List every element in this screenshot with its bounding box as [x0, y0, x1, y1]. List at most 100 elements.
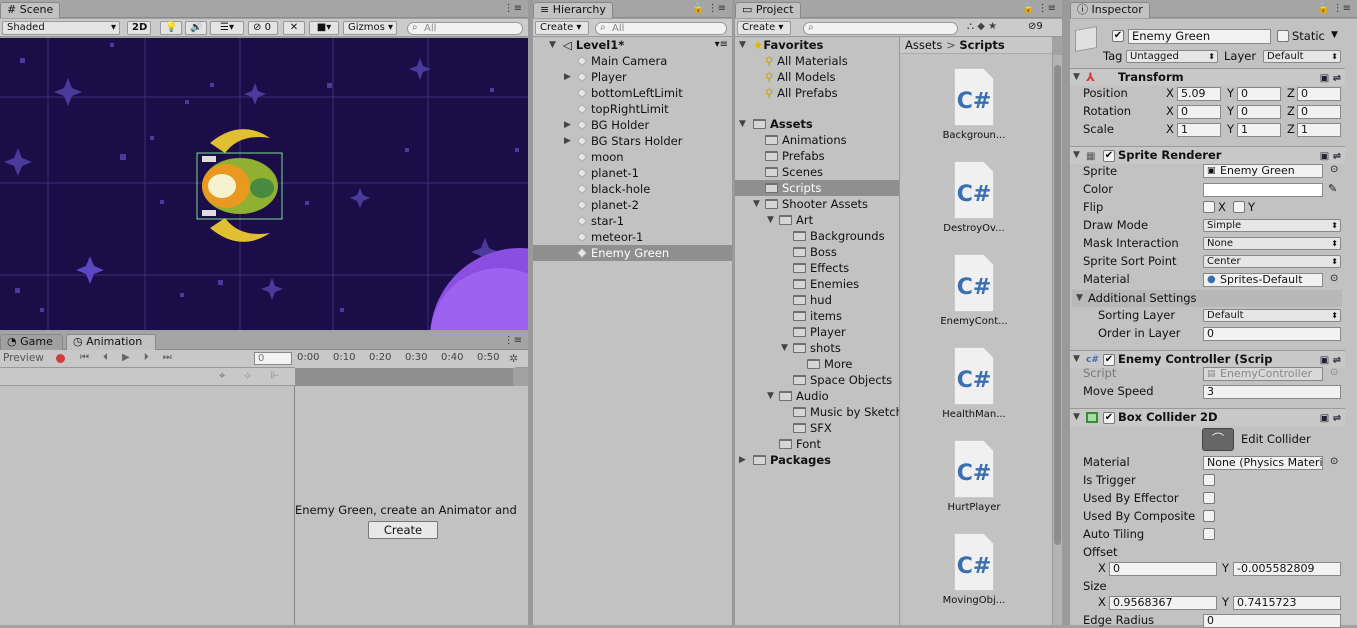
- folder-item[interactable]: ▼ Art: [735, 212, 899, 228]
- expand-arrow-icon[interactable]: ▶: [564, 117, 571, 133]
- box-collider-header[interactable]: ▼ ✔ Box Collider 2D ▣ ⇌ ✲: [1070, 408, 1357, 426]
- script-file[interactable]: C# HurtPlayer: [924, 440, 1024, 513]
- hierarchy-item[interactable]: planet-1: [533, 165, 732, 181]
- folder-item[interactable]: ▼ Audio: [735, 388, 899, 404]
- is-trigger-checkbox[interactable]: [1203, 474, 1215, 486]
- object-picker-icon[interactable]: ⊙: [1330, 164, 1338, 175]
- expand-arrow-icon[interactable]: ▶: [564, 69, 571, 85]
- offset-y-field[interactable]: -0.005582809: [1233, 562, 1341, 576]
- sprite-field[interactable]: ▣ Enemy Green: [1203, 164, 1323, 178]
- label-filter-icon[interactable]: ◆: [977, 21, 985, 32]
- folder-item[interactable]: Space Objects: [735, 372, 899, 388]
- expand-arrow-icon[interactable]: ▼: [739, 116, 746, 132]
- rotation-x-field[interactable]: 0: [1177, 105, 1221, 119]
- tag-dropdown[interactable]: Untagged: [1126, 50, 1218, 63]
- expand-arrow-icon[interactable]: ▼: [1073, 147, 1080, 164]
- expand-arrow-icon[interactable]: ▶: [564, 133, 571, 149]
- preview-button[interactable]: Preview: [3, 352, 44, 364]
- position-x-field[interactable]: 5.09: [1177, 87, 1221, 101]
- offset-x-field[interactable]: 0: [1109, 562, 1217, 576]
- position-z-field[interactable]: 0: [1297, 87, 1341, 101]
- used-by-composite-checkbox[interactable]: [1203, 510, 1215, 522]
- folder-item[interactable]: Enemies: [735, 276, 899, 292]
- prev-frame-icon[interactable]: ⏴: [103, 352, 122, 363]
- folder-item[interactable]: Boss: [735, 244, 899, 260]
- next-frame-icon[interactable]: ⏵: [144, 352, 163, 363]
- hidden-objects-toggle[interactable]: ⊘ 0: [248, 21, 278, 35]
- size-y-field[interactable]: 0.7415723: [1233, 596, 1341, 610]
- enabled-checkbox[interactable]: ✔: [1103, 412, 1115, 424]
- lock-menu-icon[interactable]: 🔒 ⋮≡: [1022, 3, 1056, 14]
- edge-radius-field[interactable]: 0: [1203, 614, 1341, 628]
- expand-arrow-icon[interactable]: ▼: [753, 196, 760, 212]
- preset-icon[interactable]: ⇌: [1333, 73, 1341, 84]
- enabled-checkbox[interactable]: ✔: [1103, 150, 1115, 162]
- script-file[interactable]: C# EnemyCont...: [924, 254, 1024, 327]
- sort-point-dropdown[interactable]: Center: [1203, 255, 1341, 268]
- object-name-field[interactable]: Enemy Green: [1128, 29, 1271, 44]
- transform-header[interactable]: ▼ ⅄ Transform ▣ ⇌ ✲: [1070, 68, 1357, 86]
- hierarchy-item[interactable]: star-1: [533, 213, 732, 229]
- inspector-scrollbar[interactable]: [1345, 19, 1357, 625]
- flip-x-checkbox[interactable]: [1203, 201, 1215, 213]
- additional-settings-foldout[interactable]: ▼ Additional Settings: [1072, 290, 1342, 307]
- scene-view[interactable]: [0, 38, 528, 330]
- used-by-effector-checkbox[interactable]: [1203, 492, 1215, 504]
- hierarchy-item[interactable]: planet-2: [533, 197, 732, 213]
- shading-dropdown[interactable]: Shaded ▾: [2, 21, 120, 35]
- flip-y-checkbox[interactable]: [1233, 201, 1245, 213]
- play-icon[interactable]: ▶: [122, 352, 144, 363]
- add-event-icon[interactable]: ⟡: [244, 369, 251, 383]
- folder-item[interactable]: Backgrounds: [735, 228, 899, 244]
- rotation-z-field[interactable]: 0: [1297, 105, 1341, 119]
- hierarchy-item[interactable]: black-hole: [533, 181, 732, 197]
- playback-controls[interactable]: ⏮⏴▶⏵⏭: [80, 352, 186, 363]
- hidden-packages-toggle[interactable]: ⊘9: [1028, 21, 1043, 32]
- timeline-ruler[interactable]: 0:00 0:10 0:20 0:30 0:40 0:50: [295, 350, 515, 368]
- audio-icon[interactable]: 🔊: [185, 21, 207, 35]
- hierarchy-search-input[interactable]: All: [595, 22, 727, 35]
- hierarchy-item[interactable]: Main Camera: [533, 53, 732, 69]
- effects-icon[interactable]: ☰▾: [210, 21, 244, 35]
- type-filter-icon[interactable]: ⛬: [967, 21, 974, 32]
- tools-icon[interactable]: ✕: [283, 21, 305, 35]
- panel-menu-icon[interactable]: ⋮≡: [504, 335, 522, 346]
- folder-item[interactable]: Player: [735, 324, 899, 340]
- filter-icons[interactable]: ⛬ ◆ ★: [967, 21, 997, 32]
- folder-item-selected[interactable]: Scripts: [735, 180, 899, 196]
- folder-item[interactable]: items: [735, 308, 899, 324]
- lock-menu-icon[interactable]: 🔒 ⋮≡: [1317, 3, 1351, 14]
- folder-item[interactable]: Font: [735, 436, 899, 452]
- scene-root[interactable]: ▼ ◁ Level1* ▾≡: [533, 37, 732, 53]
- tab-game[interactable]: ◔ Game: [0, 334, 63, 350]
- folder-item[interactable]: ▼ Shooter Assets: [735, 196, 899, 212]
- add-keyframe-icon[interactable]: ⌖: [219, 369, 225, 383]
- lock-menu-icon[interactable]: 🔒 ⋮≡: [692, 3, 726, 14]
- hierarchy-item-selected[interactable]: Enemy Green: [533, 245, 732, 261]
- folder-item[interactable]: ▼ shots: [735, 340, 899, 356]
- color-swatch[interactable]: [1203, 183, 1323, 197]
- hierarchy-item[interactable]: ▶ Player: [533, 69, 732, 85]
- expand-arrow-icon[interactable]: ▼: [549, 37, 556, 53]
- script-file[interactable]: C# HealthMan...: [924, 347, 1024, 420]
- lighting-icon[interactable]: 💡: [160, 21, 182, 35]
- mask-interaction-dropdown[interactable]: None: [1203, 237, 1341, 250]
- fav-item[interactable]: ⚲ All Models: [735, 69, 899, 85]
- scrollbar-thumb[interactable]: [1054, 65, 1061, 545]
- expand-arrow-icon[interactable]: ▼: [1073, 409, 1080, 426]
- object-picker-icon[interactable]: ⊙: [1330, 273, 1338, 284]
- project-create-dropdown[interactable]: Create ▾: [737, 21, 791, 35]
- menu-icon[interactable]: ▾≡: [715, 37, 728, 53]
- packages-root[interactable]: ▶ Packages: [735, 452, 899, 468]
- hierarchy-item[interactable]: ▶ BG Stars Holder: [533, 133, 732, 149]
- panel-menu-icon[interactable]: ⋮≡: [504, 3, 522, 14]
- expand-arrow-icon[interactable]: ▼: [1073, 69, 1080, 86]
- folder-item[interactable]: Prefabs: [735, 148, 899, 164]
- auto-tiling-checkbox[interactable]: [1203, 528, 1215, 540]
- expand-arrow-icon[interactable]: ▼: [781, 340, 788, 356]
- folder-item[interactable]: SFX: [735, 420, 899, 436]
- project-search-input[interactable]: [803, 22, 958, 35]
- hierarchy-item[interactable]: topRightLimit: [533, 101, 732, 117]
- hierarchy-item[interactable]: ▶ BG Holder: [533, 117, 732, 133]
- gizmos-dropdown[interactable]: Gizmos ▾: [343, 21, 397, 35]
